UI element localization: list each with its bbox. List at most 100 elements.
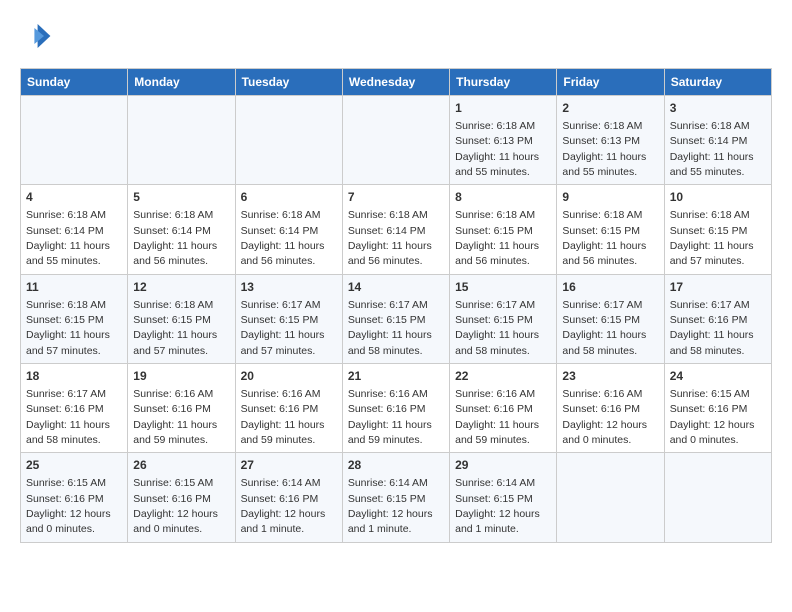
day-number: 12: [133, 279, 229, 296]
calendar-cell: 26 Sunrise: 6:15 AM Sunset: 6:16 PM Dayli…: [128, 453, 235, 542]
day-number: 13: [241, 279, 337, 296]
calendar-cell: 2 Sunrise: 6:18 AM Sunset: 6:13 PM Daylig…: [557, 96, 664, 185]
day-info: Sunrise: 6:15 AM Sunset: 6:16 PM Dayligh…: [670, 388, 755, 446]
calendar-cell: 4 Sunrise: 6:18 AM Sunset: 6:14 PM Daylig…: [21, 185, 128, 274]
day-number: 14: [348, 279, 444, 296]
day-info: Sunrise: 6:18 AM Sunset: 6:15 PM Dayligh…: [562, 209, 646, 267]
day-info: Sunrise: 6:16 AM Sunset: 6:16 PM Dayligh…: [241, 388, 325, 446]
calendar-week-1: 1 Sunrise: 6:18 AM Sunset: 6:13 PM Daylig…: [21, 96, 772, 185]
day-info: Sunrise: 6:18 AM Sunset: 6:15 PM Dayligh…: [26, 299, 110, 357]
calendar-cell: 1 Sunrise: 6:18 AM Sunset: 6:13 PM Daylig…: [450, 96, 557, 185]
day-info: Sunrise: 6:17 AM Sunset: 6:15 PM Dayligh…: [455, 299, 539, 357]
calendar-cell: 7 Sunrise: 6:18 AM Sunset: 6:14 PM Daylig…: [342, 185, 449, 274]
calendar-table: SundayMondayTuesdayWednesdayThursdayFrid…: [20, 68, 772, 543]
day-info: Sunrise: 6:17 AM Sunset: 6:16 PM Dayligh…: [670, 299, 754, 357]
calendar-cell: 18 Sunrise: 6:17 AM Sunset: 6:16 PM Dayli…: [21, 364, 128, 453]
day-number: 19: [133, 368, 229, 385]
day-info: Sunrise: 6:18 AM Sunset: 6:14 PM Dayligh…: [670, 120, 754, 178]
day-info: Sunrise: 6:18 AM Sunset: 6:14 PM Dayligh…: [241, 209, 325, 267]
day-number: 28: [348, 457, 444, 474]
day-info: Sunrise: 6:16 AM Sunset: 6:16 PM Dayligh…: [133, 388, 217, 446]
day-number: 23: [562, 368, 658, 385]
day-number: 24: [670, 368, 766, 385]
day-info: Sunrise: 6:18 AM Sunset: 6:14 PM Dayligh…: [348, 209, 432, 267]
day-number: 25: [26, 457, 122, 474]
day-number: 10: [670, 189, 766, 206]
day-info: Sunrise: 6:18 AM Sunset: 6:15 PM Dayligh…: [455, 209, 539, 267]
day-number: 16: [562, 279, 658, 296]
calendar-cell: 22 Sunrise: 6:16 AM Sunset: 6:16 PM Dayli…: [450, 364, 557, 453]
day-info: Sunrise: 6:17 AM Sunset: 6:15 PM Dayligh…: [241, 299, 325, 357]
calendar-cell: 6 Sunrise: 6:18 AM Sunset: 6:14 PM Daylig…: [235, 185, 342, 274]
day-number: 6: [241, 189, 337, 206]
day-info: Sunrise: 6:15 AM Sunset: 6:16 PM Dayligh…: [133, 477, 218, 535]
calendar-cell: 25 Sunrise: 6:15 AM Sunset: 6:16 PM Dayli…: [21, 453, 128, 542]
calendar-cell: 23 Sunrise: 6:16 AM Sunset: 6:16 PM Dayli…: [557, 364, 664, 453]
header-thursday: Thursday: [450, 69, 557, 96]
day-info: Sunrise: 6:18 AM Sunset: 6:15 PM Dayligh…: [133, 299, 217, 357]
day-number: 17: [670, 279, 766, 296]
day-info: Sunrise: 6:18 AM Sunset: 6:14 PM Dayligh…: [26, 209, 110, 267]
calendar-cell: 12 Sunrise: 6:18 AM Sunset: 6:15 PM Dayli…: [128, 274, 235, 363]
calendar-week-4: 18 Sunrise: 6:17 AM Sunset: 6:16 PM Dayli…: [21, 364, 772, 453]
calendar-cell: 21 Sunrise: 6:16 AM Sunset: 6:16 PM Dayli…: [342, 364, 449, 453]
calendar-cell: 15 Sunrise: 6:17 AM Sunset: 6:15 PM Dayli…: [450, 274, 557, 363]
calendar-cell: 9 Sunrise: 6:18 AM Sunset: 6:15 PM Daylig…: [557, 185, 664, 274]
calendar-cell: 20Sunrise: 6:16 AM Sunset: 6:16 PM Dayli…: [235, 364, 342, 453]
calendar-cell: 16 Sunrise: 6:17 AM Sunset: 6:15 PM Dayli…: [557, 274, 664, 363]
logo-icon: [20, 20, 52, 52]
calendar-cell: [342, 96, 449, 185]
calendar-cell: 10 Sunrise: 6:18 AM Sunset: 6:15 PM Dayli…: [664, 185, 771, 274]
calendar-cell: [21, 96, 128, 185]
day-info: Sunrise: 6:14 AM Sunset: 6:15 PM Dayligh…: [348, 477, 433, 535]
day-number: 9: [562, 189, 658, 206]
day-info: Sunrise: 6:16 AM Sunset: 6:16 PM Dayligh…: [455, 388, 539, 446]
day-number: 15: [455, 279, 551, 296]
day-info: Sunrise: 6:15 AM Sunset: 6:16 PM Dayligh…: [26, 477, 111, 535]
day-number: 3: [670, 100, 766, 117]
day-number: 22: [455, 368, 551, 385]
day-info: Sunrise: 6:17 AM Sunset: 6:15 PM Dayligh…: [348, 299, 432, 357]
calendar-cell: 5Sunrise: 6:18 AM Sunset: 6:14 PM Daylig…: [128, 185, 235, 274]
day-number: 27: [241, 457, 337, 474]
calendar-week-5: 25 Sunrise: 6:15 AM Sunset: 6:16 PM Dayli…: [21, 453, 772, 542]
calendar-cell: 27 Sunrise: 6:14 AM Sunset: 6:16 PM Dayli…: [235, 453, 342, 542]
calendar-cell: 24 Sunrise: 6:15 AM Sunset: 6:16 PM Dayli…: [664, 364, 771, 453]
header-saturday: Saturday: [664, 69, 771, 96]
day-info: Sunrise: 6:17 AM Sunset: 6:15 PM Dayligh…: [562, 299, 646, 357]
header-monday: Monday: [128, 69, 235, 96]
calendar-cell: [557, 453, 664, 542]
day-number: 1: [455, 100, 551, 117]
day-info: Sunrise: 6:17 AM Sunset: 6:16 PM Dayligh…: [26, 388, 110, 446]
calendar-cell: [128, 96, 235, 185]
day-number: 2: [562, 100, 658, 117]
calendar-cell: [664, 453, 771, 542]
day-info: Sunrise: 6:14 AM Sunset: 6:15 PM Dayligh…: [455, 477, 540, 535]
calendar-week-3: 11Sunrise: 6:18 AM Sunset: 6:15 PM Dayli…: [21, 274, 772, 363]
day-number: 8: [455, 189, 551, 206]
calendar-cell: 13 Sunrise: 6:17 AM Sunset: 6:15 PM Dayli…: [235, 274, 342, 363]
day-number: 7: [348, 189, 444, 206]
day-info: Sunrise: 6:16 AM Sunset: 6:16 PM Dayligh…: [348, 388, 432, 446]
calendar-cell: 28 Sunrise: 6:14 AM Sunset: 6:15 PM Dayli…: [342, 453, 449, 542]
day-number: 21: [348, 368, 444, 385]
day-info: Sunrise: 6:18 AM Sunset: 6:13 PM Dayligh…: [455, 120, 539, 178]
page-header: [20, 20, 772, 52]
calendar-cell: 19 Sunrise: 6:16 AM Sunset: 6:16 PM Dayli…: [128, 364, 235, 453]
day-info: Sunrise: 6:18 AM Sunset: 6:13 PM Dayligh…: [562, 120, 646, 178]
calendar-cell: 29Sunrise: 6:14 AM Sunset: 6:15 PM Dayli…: [450, 453, 557, 542]
day-number: 4: [26, 189, 122, 206]
header-sunday: Sunday: [21, 69, 128, 96]
calendar-cell: 11Sunrise: 6:18 AM Sunset: 6:15 PM Dayli…: [21, 274, 128, 363]
header-friday: Friday: [557, 69, 664, 96]
calendar-cell: 3 Sunrise: 6:18 AM Sunset: 6:14 PM Daylig…: [664, 96, 771, 185]
day-number: 18: [26, 368, 122, 385]
header-tuesday: Tuesday: [235, 69, 342, 96]
day-info: Sunrise: 6:18 AM Sunset: 6:15 PM Dayligh…: [670, 209, 754, 267]
logo: [20, 20, 56, 52]
day-info: Sunrise: 6:14 AM Sunset: 6:16 PM Dayligh…: [241, 477, 326, 535]
day-number: 26: [133, 457, 229, 474]
day-info: Sunrise: 6:16 AM Sunset: 6:16 PM Dayligh…: [562, 388, 647, 446]
calendar-cell: [235, 96, 342, 185]
calendar-cell: 14 Sunrise: 6:17 AM Sunset: 6:15 PM Dayli…: [342, 274, 449, 363]
